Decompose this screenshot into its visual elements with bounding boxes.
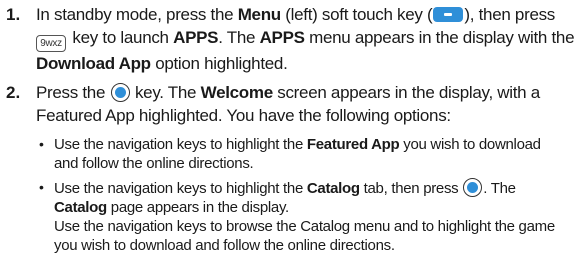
text: and follow the online directions.: [54, 155, 254, 172]
apps-label: APPS: [259, 28, 305, 47]
text: Use the navigation keys to browse the Ca…: [54, 218, 555, 235]
text: you wish to download and follow the onli…: [54, 237, 395, 254]
menu-softkey-icon: [433, 7, 464, 22]
step-1-text: In standby mode, press the Menu (left) s…: [36, 3, 582, 75]
key-9-icon: 9wxz: [36, 35, 66, 52]
text: ), then press: [464, 5, 555, 24]
options-list: • Use the navigation keys to highlight t…: [36, 135, 582, 255]
text: tab, then press: [359, 180, 463, 197]
catalog-label: Catalog: [54, 199, 107, 216]
menu-label: Menu: [237, 5, 281, 24]
ok-key-icon: [463, 178, 483, 197]
text: In standby mode, press the: [36, 5, 238, 24]
instructions-page: 1. In standby mode, press the Menu (left…: [0, 0, 584, 273]
download-app-label: Download App: [36, 54, 151, 73]
text: screen appears in the display, with a: [272, 83, 540, 102]
text: Press the: [36, 83, 110, 102]
apps-label: APPS: [173, 28, 219, 47]
step-2-text: Press the key. The Welcome screen appear…: [36, 81, 582, 127]
featured-app-label: Featured App: [306, 136, 400, 153]
list-item: • Use the navigation keys to highlight t…: [36, 135, 582, 173]
text: menu appears in the display with the: [304, 28, 575, 47]
step-2-number: 2.: [6, 83, 21, 102]
bullet-icon: •: [39, 136, 44, 152]
step-1-number: 1.: [6, 5, 21, 24]
text: page appears in the display.: [106, 199, 289, 216]
text: Featured App highlighted. You have the f…: [36, 106, 451, 125]
bullet-icon: •: [39, 179, 44, 195]
text: . The: [483, 180, 516, 197]
catalog-label: Catalog: [306, 180, 360, 197]
text: Use the navigation keys to highlight the: [54, 136, 307, 153]
text: (left) soft touch key (: [280, 5, 433, 24]
text: Use the navigation keys to highlight the: [54, 180, 307, 197]
text: option highlighted.: [150, 54, 288, 73]
text: . The: [218, 28, 260, 47]
welcome-label: Welcome: [200, 83, 274, 102]
list-item: • Use the navigation keys to highlight t…: [36, 178, 582, 255]
text: key. The: [130, 83, 201, 102]
text: you wish to download: [399, 136, 541, 153]
text: key to launch: [68, 28, 174, 47]
ok-key-icon: [110, 83, 130, 102]
